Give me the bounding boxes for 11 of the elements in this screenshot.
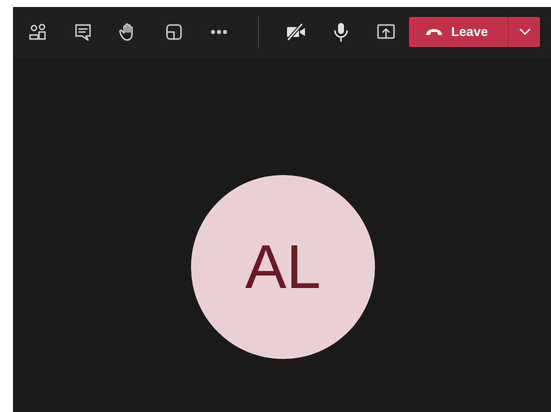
rooms-icon (164, 22, 184, 42)
leave-options-button[interactable] (508, 17, 540, 47)
share-screen-icon (376, 22, 396, 42)
chat-icon (73, 22, 94, 42)
more-icon (211, 30, 228, 34)
people-icon (28, 22, 48, 42)
leave-button[interactable]: Leave (409, 17, 508, 47)
camera-off-icon (286, 22, 306, 42)
avatar: AL (191, 175, 375, 359)
hang-up-icon (425, 28, 444, 36)
caret-icon (518, 28, 530, 36)
